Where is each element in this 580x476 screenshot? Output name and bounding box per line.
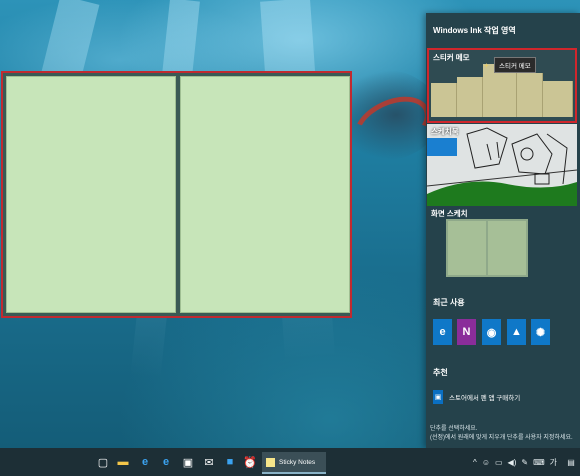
recent-apps-heading: 최근 사용 xyxy=(433,298,465,307)
pen-hint-line: (선정)에서 원래에 맞게 지우개 단추를 사용자 지정하세요. xyxy=(430,435,573,441)
taskbar-sticky-notes-label: Sticky Notes xyxy=(279,458,316,466)
edge-icon[interactable]: e xyxy=(158,453,174,471)
pen-hint-line: 단추를 선택하세요. xyxy=(430,426,478,432)
store-suggestion[interactable]: ▣ 스토어에서 펜 앱 구매하기 xyxy=(433,390,520,404)
ime-icon[interactable]: 가 xyxy=(550,457,557,468)
mail-icon[interactable]: ✉ xyxy=(201,453,217,471)
sketchpad-tile-label: 스케치북 xyxy=(431,127,459,136)
photos-icon[interactable]: ▲ xyxy=(507,319,526,345)
internet-explorer-icon[interactable]: e xyxy=(137,453,153,471)
file-explorer-icon[interactable]: ▬ xyxy=(115,453,131,471)
system-tray: ^ ☺ ▭ ◀) ✎ ⌨ 가 ▤ xyxy=(473,452,580,472)
sticky-notes-preview[interactable] xyxy=(1,71,352,318)
tips-icon[interactable]: ✺ xyxy=(531,319,550,345)
sticky-notes-tile-label: 스티커 메모 xyxy=(433,53,470,62)
chevron-up-icon[interactable]: ^ xyxy=(473,458,477,467)
sketchpad-thumbnail xyxy=(427,124,577,214)
store-icon: ▣ xyxy=(433,390,443,404)
keyboard-icon[interactable]: ⌨ xyxy=(533,458,545,467)
edge-icon[interactable]: e xyxy=(433,319,452,345)
maps-icon[interactable]: ◉ xyxy=(482,319,501,345)
screen-sketch-tile-label: 화면 스케치 xyxy=(431,209,468,218)
taskbar: ▢ ▬ e e ▣ ✉ ■ ⏰ Sticky Notes ^ ☺ ▭ ◀) ✎ … xyxy=(0,448,580,476)
sticky-notes-icon xyxy=(266,457,275,467)
volume-icon[interactable]: ◀) xyxy=(508,458,517,467)
sticky-note[interactable] xyxy=(180,76,350,313)
onenote-icon[interactable]: N xyxy=(457,319,476,345)
pen-settings-hint[interactable]: 단추를 선택하세요. (선정)에서 원래에 맞게 지우개 단추를 사용자 지정하… xyxy=(430,425,573,443)
mini-note xyxy=(488,221,526,275)
screen-sketch-thumbnail xyxy=(446,219,528,277)
tooltip: 스티커 메모 xyxy=(494,57,536,73)
notification-icon[interactable]: ▤ xyxy=(562,453,580,471)
task-view-icon[interactable]: ▢ xyxy=(95,453,111,471)
pen-icon[interactable]: ✎ xyxy=(521,458,528,467)
mini-note xyxy=(517,73,543,117)
store-suggestion-label: 스토어에서 펜 앱 구매하기 xyxy=(449,395,521,402)
panel-title: Windows Ink 작업 영역 xyxy=(433,26,516,35)
alarm-icon[interactable]: ⏰ xyxy=(242,453,258,471)
mini-note xyxy=(457,77,483,117)
add-icon: + xyxy=(484,61,489,70)
battery-icon[interactable]: ▭ xyxy=(495,458,503,467)
sketchpad-tile[interactable]: 스케치북 xyxy=(427,124,577,214)
mini-note xyxy=(431,83,457,117)
sticky-notes-tile[interactable]: 스티커 메모 + 스티커 메모 xyxy=(427,48,577,123)
people-icon[interactable]: ☺ xyxy=(482,458,490,467)
mini-note xyxy=(448,221,486,275)
sticky-note[interactable] xyxy=(6,76,176,313)
screen-sketch-tile[interactable]: 화면 스케치 xyxy=(427,206,577,278)
taskbar-sticky-notes-button[interactable]: Sticky Notes xyxy=(262,452,326,474)
suggested-heading: 추천 xyxy=(433,368,448,377)
store-icon[interactable]: ▣ xyxy=(180,453,196,471)
windows-ink-workspace-panel: Windows Ink 작업 영역 스티커 메모 + 스티커 메모 스케치북 화… xyxy=(426,13,580,448)
app-icon[interactable]: ■ xyxy=(222,453,238,471)
mini-note xyxy=(543,81,573,117)
